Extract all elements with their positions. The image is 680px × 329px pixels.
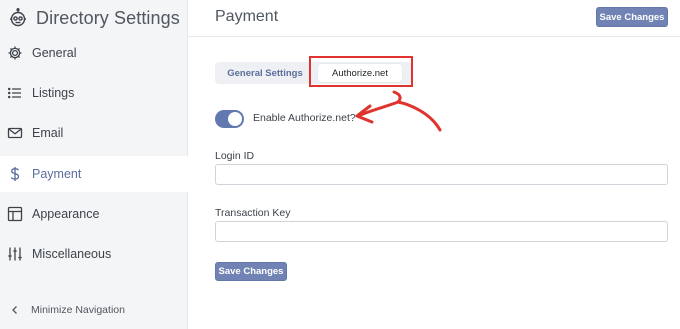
- annotation-highlight-box: [309, 56, 413, 87]
- sliders-icon: [7, 246, 23, 262]
- sidebar-item-label: Payment: [32, 167, 82, 181]
- sidebar-item-payment[interactable]: Payment: [0, 156, 188, 192]
- login-id-input[interactable]: [215, 164, 668, 185]
- sidebar-item-miscellaneous[interactable]: Miscellaneous: [0, 236, 188, 272]
- sidebar-item-label: Miscellaneous: [32, 247, 112, 261]
- minimize-navigation[interactable]: Minimize Navigation: [7, 300, 125, 320]
- login-id-label: Login ID: [215, 150, 255, 162]
- tab-general-settings[interactable]: General Settings: [215, 62, 315, 84]
- toggle-label: Enable Authorize.net?: [253, 112, 356, 124]
- sidebar-item-appearance[interactable]: Appearance: [0, 196, 188, 232]
- envelope-icon: [7, 125, 23, 141]
- sidebar-item-listings[interactable]: Listings: [0, 75, 188, 111]
- dollar-icon: [7, 166, 23, 182]
- sidebar-item-label: Appearance: [32, 207, 100, 221]
- list-icon: [7, 85, 23, 101]
- chevron-left-icon: [7, 302, 23, 318]
- annotation-arrow-icon: [355, 90, 442, 132]
- save-changes-button-bottom[interactable]: Save Changes: [215, 262, 287, 281]
- sidebar-item-general[interactable]: General: [0, 35, 188, 71]
- transaction-key-input[interactable]: [215, 221, 668, 242]
- minimize-label: Minimize Navigation: [31, 304, 125, 316]
- gear-icon: [7, 45, 23, 61]
- save-changes-button-top[interactable]: Save Changes: [596, 7, 668, 27]
- transaction-key-label: Transaction Key: [215, 207, 291, 219]
- sidebar-item-email[interactable]: Email: [0, 115, 188, 151]
- sidebar-item-label: Email: [32, 126, 64, 140]
- app-title: Directory Settings: [36, 7, 180, 28]
- brand: Directory Settings: [8, 6, 180, 30]
- sidebar-item-label: General: [32, 46, 77, 60]
- layout-icon: [7, 206, 23, 222]
- robot-logo-icon: [8, 8, 28, 28]
- sidebar: Directory Settings General Listings Emai…: [0, 0, 188, 329]
- enable-authorize-toggle[interactable]: [215, 110, 244, 128]
- toggle-knob: [228, 112, 242, 126]
- page-title: Payment: [215, 8, 279, 25]
- sidebar-item-label: Listings: [32, 86, 75, 100]
